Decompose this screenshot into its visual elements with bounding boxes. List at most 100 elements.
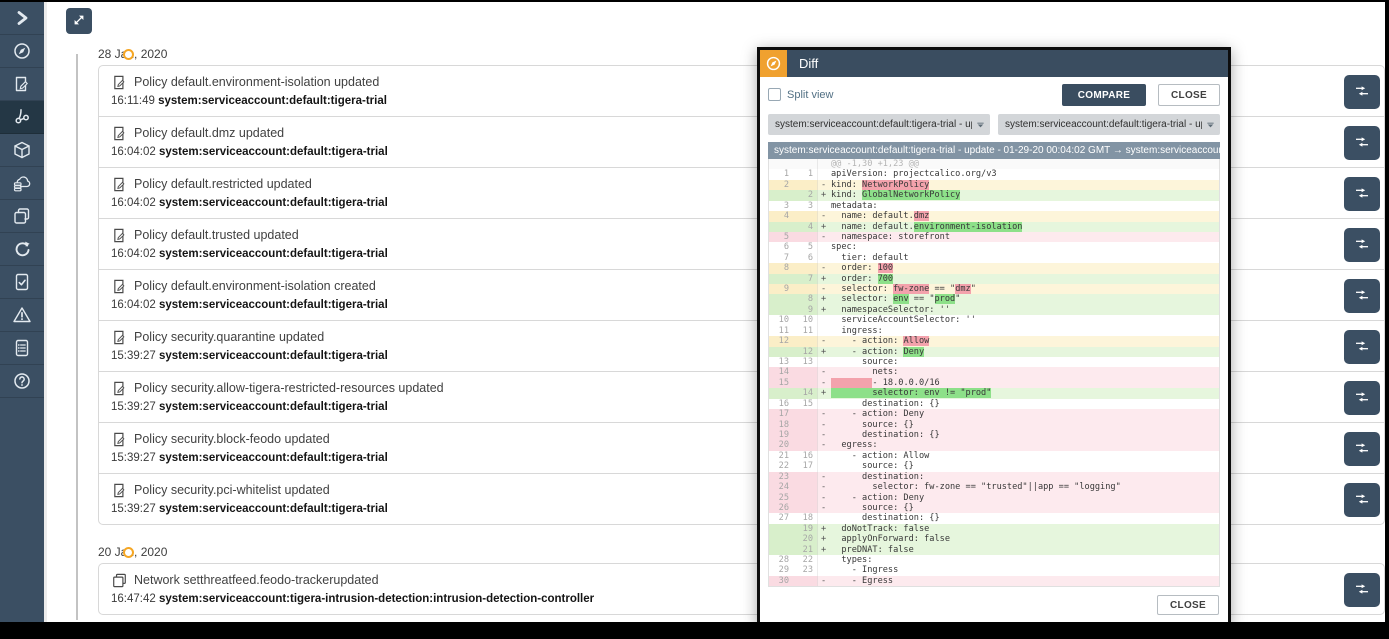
diff-code: apiVersion: projectcalico.org/v3: [831, 169, 997, 179]
compare-button[interactable]: COMPARE: [1062, 84, 1146, 106]
event-time: 15:39:27: [111, 503, 156, 515]
diff-line: 8- order: 100: [769, 263, 1219, 273]
diff-line: 12+ - action: Deny: [769, 347, 1219, 357]
diff-code: doNotTrack: false: [831, 524, 929, 534]
diff-old-line-number: 6: [769, 242, 793, 252]
open-diff-button[interactable]: [1344, 381, 1380, 415]
diff-old-line-number: [769, 524, 793, 534]
diff-file-header: system:serviceaccount:default:tigera-tri…: [768, 142, 1220, 159]
open-diff-button[interactable]: [1344, 228, 1380, 262]
cloud-stack-icon: [12, 173, 32, 193]
open-diff-button[interactable]: [1344, 432, 1380, 466]
diff-marker: [817, 253, 831, 263]
diff-old-line-number: 22: [769, 461, 793, 471]
sidebar-item-dashboard[interactable]: [0, 35, 44, 68]
sidebar-item-timeline[interactable]: [0, 233, 44, 266]
event-time: 15:39:27: [111, 401, 156, 413]
diff-marker: [817, 461, 831, 471]
diff-code: destination:: [831, 472, 924, 482]
event-meta: 15:39:27 system:serviceaccount:default:t…: [111, 452, 388, 464]
diff-code: - Ingress: [831, 565, 898, 575]
diff-new-line-number: 21: [793, 545, 817, 555]
left-revision-dropdown[interactable]: system:serviceaccount:default:tigera-tri…: [768, 114, 990, 135]
policy-edit-icon: [111, 176, 128, 193]
diff-marker: -: [817, 263, 831, 273]
open-diff-button[interactable]: [1344, 177, 1380, 211]
sidebar-item-expand-nav[interactable]: [0, 2, 44, 35]
diff-marker: +: [817, 388, 831, 398]
diff-line: 17- - action: Deny: [769, 409, 1219, 419]
diff-new-line-number: 1: [793, 169, 817, 179]
checkbox-icon[interactable]: [768, 88, 781, 101]
compare-icon: [1354, 581, 1370, 600]
diff-code: preDNAT: false: [831, 545, 914, 555]
diff-line: 23- destination:: [769, 472, 1219, 482]
compare-icon: [1354, 440, 1370, 459]
diff-marker: +: [817, 534, 831, 544]
diff-line: 20- egress:: [769, 440, 1219, 450]
cube-icon: [12, 140, 32, 160]
close-button-bottom[interactable]: CLOSE: [1157, 595, 1219, 615]
event-user: system:serviceaccount:default:tigera-tri…: [159, 401, 388, 413]
compare-icon: [1354, 134, 1370, 153]
close-button-top[interactable]: CLOSE: [1158, 84, 1220, 106]
diff-line: 8+ selector: env == "prod": [769, 294, 1219, 304]
diff-new-line-number: [793, 493, 817, 503]
diff-marker: -: [817, 503, 831, 513]
event-meta: 15:39:27 system:serviceaccount:default:t…: [111, 401, 388, 413]
sidebar-item-kubernetes[interactable]: [0, 134, 44, 167]
open-diff-button[interactable]: [1344, 483, 1380, 517]
diff-new-line-number: [793, 409, 817, 419]
event-title: Policy default.environment-isolation upd…: [134, 75, 379, 89]
diff-new-line-number: 2: [793, 190, 817, 200]
open-diff-button[interactable]: [1344, 126, 1380, 160]
diff-code: source: {}: [831, 503, 914, 513]
event-user: system:serviceaccount:default:tigera-tri…: [159, 197, 388, 209]
diff-code: - action: Deny: [831, 409, 924, 419]
open-diff-button[interactable]: [1344, 75, 1380, 109]
diff-code: selector: env != "prod": [831, 388, 991, 398]
sidebar-item-workloads[interactable]: [0, 200, 44, 233]
diff-code: namespace: storefront: [831, 232, 950, 242]
policy-edit-icon: [111, 74, 128, 91]
diff-line: 14- nets:: [769, 367, 1219, 377]
diff-line: 9- selector: fw-zone == "dmz": [769, 284, 1219, 294]
event-meta: 16:04:02 system:serviceaccount:default:t…: [111, 299, 388, 311]
app-window: 28 Jan, 2020Policy default.environment-i…: [0, 2, 1385, 622]
right-revision-dropdown[interactable]: system:serviceaccount:default:tigera-tri…: [998, 114, 1220, 135]
diff-code: @@ -1,30 +1,23 @@: [831, 159, 919, 169]
left-revision-dropdown-value: system:serviceaccount:default:tigera-tri…: [775, 119, 972, 130]
sidebar-item-endpoints[interactable]: [0, 167, 44, 200]
compass-icon: [12, 41, 32, 61]
open-diff-button[interactable]: [1344, 279, 1380, 313]
sidebar-item-policies[interactable]: [0, 68, 44, 101]
sidebar-item-flow-visualization[interactable]: [0, 101, 44, 134]
diff-line: 19+ doNotTrack: false: [769, 524, 1219, 534]
event-user: system:serviceaccount:default:tigera-tri…: [159, 146, 388, 158]
diff-line: 15- - 18.0.0.0/16: [769, 378, 1219, 388]
diff-code: - action: Deny: [831, 347, 924, 357]
diff-code: - action: Allow: [831, 336, 929, 346]
open-diff-button[interactable]: [1344, 330, 1380, 364]
event-meta: 16:04:02 system:serviceaccount:default:t…: [111, 248, 388, 260]
warning-icon: [12, 305, 32, 325]
diff-line: 65spec:: [769, 242, 1219, 252]
open-diff-button[interactable]: [1344, 573, 1380, 607]
sidebar-item-compliance[interactable]: [0, 266, 44, 299]
help-icon: [12, 371, 32, 391]
diff-line: 76 tier: default: [769, 253, 1219, 263]
sidebar-item-reports[interactable]: [0, 332, 44, 365]
diff-code: kind: NetworkPolicy: [831, 180, 929, 190]
diff-marker: -: [817, 211, 831, 221]
event-time: 15:39:27: [111, 452, 156, 464]
diff-code: destination: {}: [831, 399, 940, 409]
diff-old-line-number: 9: [769, 284, 793, 294]
compare-icon: [1354, 83, 1370, 102]
diff-marker: -: [817, 409, 831, 419]
sidebar-item-alerts[interactable]: [0, 299, 44, 332]
diff-code: kind: GlobalNetworkPolicy: [831, 190, 960, 200]
diff-code: name: default.dmz: [831, 211, 929, 221]
sidebar-item-help[interactable]: [0, 365, 44, 398]
diff-new-line-number: [793, 482, 817, 492]
split-view-toggle[interactable]: Split view: [768, 88, 833, 101]
